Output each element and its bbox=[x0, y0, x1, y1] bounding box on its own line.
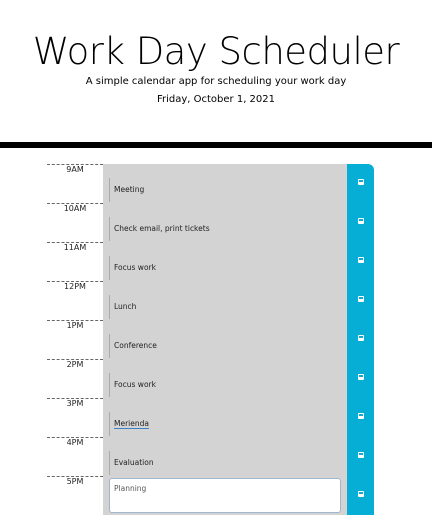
hour-label: 12PM bbox=[47, 281, 103, 320]
save-icon bbox=[357, 374, 364, 380]
save-icon bbox=[357, 335, 364, 341]
time-block-row: 9AM Meeting bbox=[47, 164, 374, 203]
save-icon bbox=[357, 179, 364, 185]
description-cell: Evaluation bbox=[103, 437, 347, 476]
save-button[interactable] bbox=[347, 164, 374, 203]
hour-label: 1PM bbox=[47, 320, 103, 359]
save-icon bbox=[357, 296, 364, 302]
header-divider bbox=[0, 142, 432, 148]
description-cell: Lunch bbox=[103, 281, 347, 320]
save-button[interactable] bbox=[347, 242, 374, 281]
description-cell: Conference bbox=[103, 320, 347, 359]
save-button[interactable] bbox=[347, 320, 374, 359]
hour-label: 9AM bbox=[47, 164, 103, 203]
time-block-row: 4PM Evaluation bbox=[47, 437, 374, 476]
description-textarea[interactable]: Merienda bbox=[109, 412, 339, 436]
description-cell: Focus work bbox=[103, 359, 347, 398]
time-block-row: 1PM Conference bbox=[47, 320, 374, 359]
current-date: Friday, October 1, 2021 bbox=[156, 94, 276, 105]
save-button[interactable] bbox=[347, 398, 374, 437]
hour-label: 2PM bbox=[47, 359, 103, 398]
description-cell: Planning bbox=[103, 476, 347, 515]
description-textarea[interactable]: Lunch bbox=[109, 295, 339, 319]
schedule: 9AM Meeting 10AM Check email, print tickets… bbox=[47, 164, 374, 515]
description-textarea[interactable]: Conference bbox=[109, 334, 339, 358]
hour-label: 11AM bbox=[47, 242, 103, 281]
description-textarea[interactable]: Evaluation bbox=[109, 451, 339, 475]
save-button[interactable] bbox=[347, 437, 374, 476]
page-title: Work Day Scheduler bbox=[32, 30, 400, 73]
hour-label: 3PM bbox=[47, 398, 103, 437]
hour-label: 4PM bbox=[47, 437, 103, 476]
description-textarea[interactable]: Planning bbox=[109, 478, 341, 513]
save-icon bbox=[357, 413, 364, 419]
description-cell: Merienda bbox=[103, 398, 347, 437]
description-text: Meeting bbox=[114, 185, 145, 194]
description-text: Evaluation bbox=[114, 458, 154, 467]
time-block-row: 3PM Merienda bbox=[47, 398, 374, 437]
description-textarea[interactable]: Focus work bbox=[109, 256, 339, 280]
description-text: Focus work bbox=[114, 263, 156, 272]
description-textarea[interactable]: Check email, print tickets bbox=[109, 217, 339, 241]
time-block-row: 12PM Lunch bbox=[47, 281, 374, 320]
page-subtitle: A simple calendar app for scheduling you… bbox=[85, 76, 347, 87]
description-text: Lunch bbox=[114, 302, 137, 311]
hour-label: 10AM bbox=[47, 203, 103, 242]
save-button[interactable] bbox=[347, 359, 374, 398]
description-cell: Check email, print tickets bbox=[103, 203, 347, 242]
save-icon bbox=[357, 257, 364, 263]
save-icon bbox=[357, 218, 364, 224]
description-text: Conference bbox=[114, 341, 157, 350]
time-block-row: 2PM Focus work bbox=[47, 359, 374, 398]
description-text: Check email, print tickets bbox=[114, 224, 210, 233]
time-block-row: 10AM Check email, print tickets bbox=[47, 203, 374, 242]
description-textarea[interactable]: Focus work bbox=[109, 373, 339, 397]
description-text: Focus work bbox=[114, 380, 156, 389]
hour-label: 5PM bbox=[47, 476, 103, 515]
save-button[interactable] bbox=[347, 203, 374, 242]
time-block-row: 11AM Focus work bbox=[47, 242, 374, 281]
description-cell: Focus work bbox=[103, 242, 347, 281]
description-textarea[interactable]: Meeting bbox=[109, 178, 339, 202]
description-text: Merienda bbox=[114, 419, 149, 429]
save-icon bbox=[357, 491, 364, 497]
save-icon bbox=[357, 452, 364, 458]
save-button[interactable] bbox=[347, 281, 374, 320]
time-block-row: 5PM Planning bbox=[47, 476, 374, 515]
save-button[interactable] bbox=[347, 476, 374, 515]
description-cell: Meeting bbox=[103, 164, 347, 203]
